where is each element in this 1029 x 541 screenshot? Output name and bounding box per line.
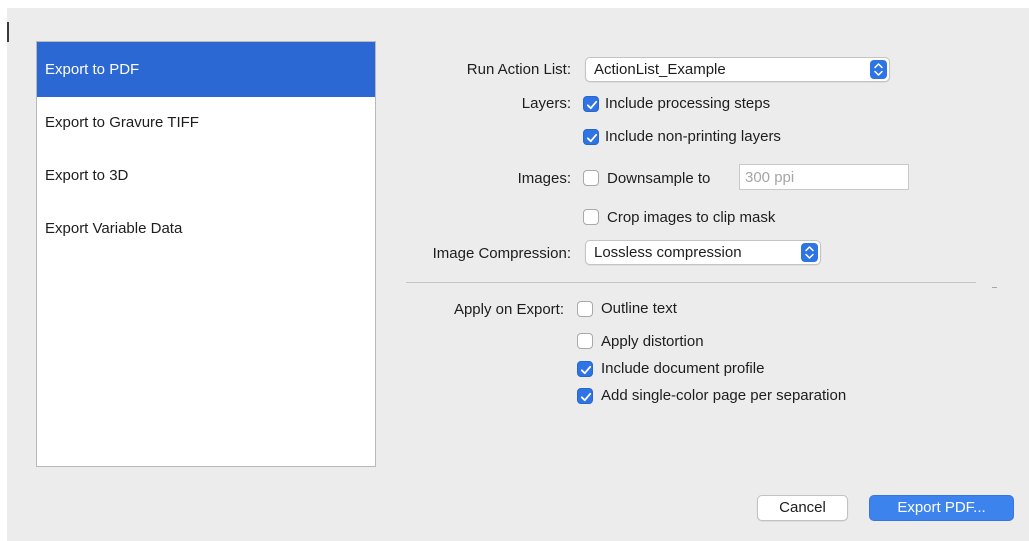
updown-chevron-icon xyxy=(870,60,887,79)
window-edge-mark xyxy=(7,22,9,42)
outline-text-checkbox[interactable] xyxy=(577,301,593,317)
include-processing-steps-label[interactable]: Include processing steps xyxy=(605,95,770,112)
include-non-printing-layers-checkbox[interactable] xyxy=(583,129,599,145)
include-non-printing-layers-label[interactable]: Include non-printing layers xyxy=(605,128,781,145)
action-list-value: ActionList_Example xyxy=(594,61,726,78)
downsample-label[interactable]: Downsample to xyxy=(607,170,710,187)
image-compression-label: Image Compression: xyxy=(432,245,571,262)
action-list-popup[interactable]: ActionList_Example xyxy=(585,57,890,82)
crop-images-label[interactable]: Crop images to clip mask xyxy=(607,209,775,226)
include-document-profile-label[interactable]: Include document profile xyxy=(601,360,764,377)
single-color-page-checkbox[interactable] xyxy=(577,388,593,404)
list-item-export-gravure-tiff[interactable]: Export to Gravure TIFF xyxy=(37,95,375,150)
section-divider xyxy=(406,282,976,283)
single-color-page-label[interactable]: Add single-color page per separation xyxy=(601,387,846,404)
layers-label: Layers: xyxy=(521,95,571,112)
export-pdf-button[interactable]: Export PDF... xyxy=(869,495,1014,521)
crop-images-checkbox[interactable] xyxy=(583,209,599,225)
checkmark-icon xyxy=(580,392,592,402)
outline-text-label[interactable]: Outline text xyxy=(601,300,677,317)
divider-tick xyxy=(992,287,997,288)
include-processing-steps-checkbox[interactable] xyxy=(583,96,599,112)
downsample-checkbox[interactable] xyxy=(583,170,599,186)
list-item-export-3d[interactable]: Export to 3D xyxy=(37,148,375,203)
apply-distortion-checkbox[interactable] xyxy=(577,333,593,349)
image-compression-value: Lossless compression xyxy=(594,244,742,261)
checkmark-icon xyxy=(580,365,592,375)
include-document-profile-checkbox[interactable] xyxy=(577,361,593,377)
downsample-ppi-field[interactable] xyxy=(739,164,909,190)
action-list-label: Run Action List: xyxy=(466,61,571,78)
updown-chevron-icon xyxy=(801,243,818,262)
apply-distortion-label[interactable]: Apply distortion xyxy=(601,333,704,350)
downsample-ppi-input[interactable] xyxy=(740,165,908,189)
checkmark-icon xyxy=(586,100,598,110)
export-type-list[interactable]: Export to PDF Export to Gravure TIFF Exp… xyxy=(36,41,376,467)
apply-on-export-label: Apply on Export: xyxy=(453,301,564,318)
cancel-button[interactable]: Cancel xyxy=(757,495,848,521)
image-compression-popup[interactable]: Lossless compression xyxy=(585,240,821,265)
images-label: Images: xyxy=(517,170,571,187)
list-item-export-variable-data[interactable]: Export Variable Data xyxy=(37,201,375,256)
checkmark-icon xyxy=(586,133,598,143)
list-item-export-pdf[interactable]: Export to PDF xyxy=(37,42,375,97)
